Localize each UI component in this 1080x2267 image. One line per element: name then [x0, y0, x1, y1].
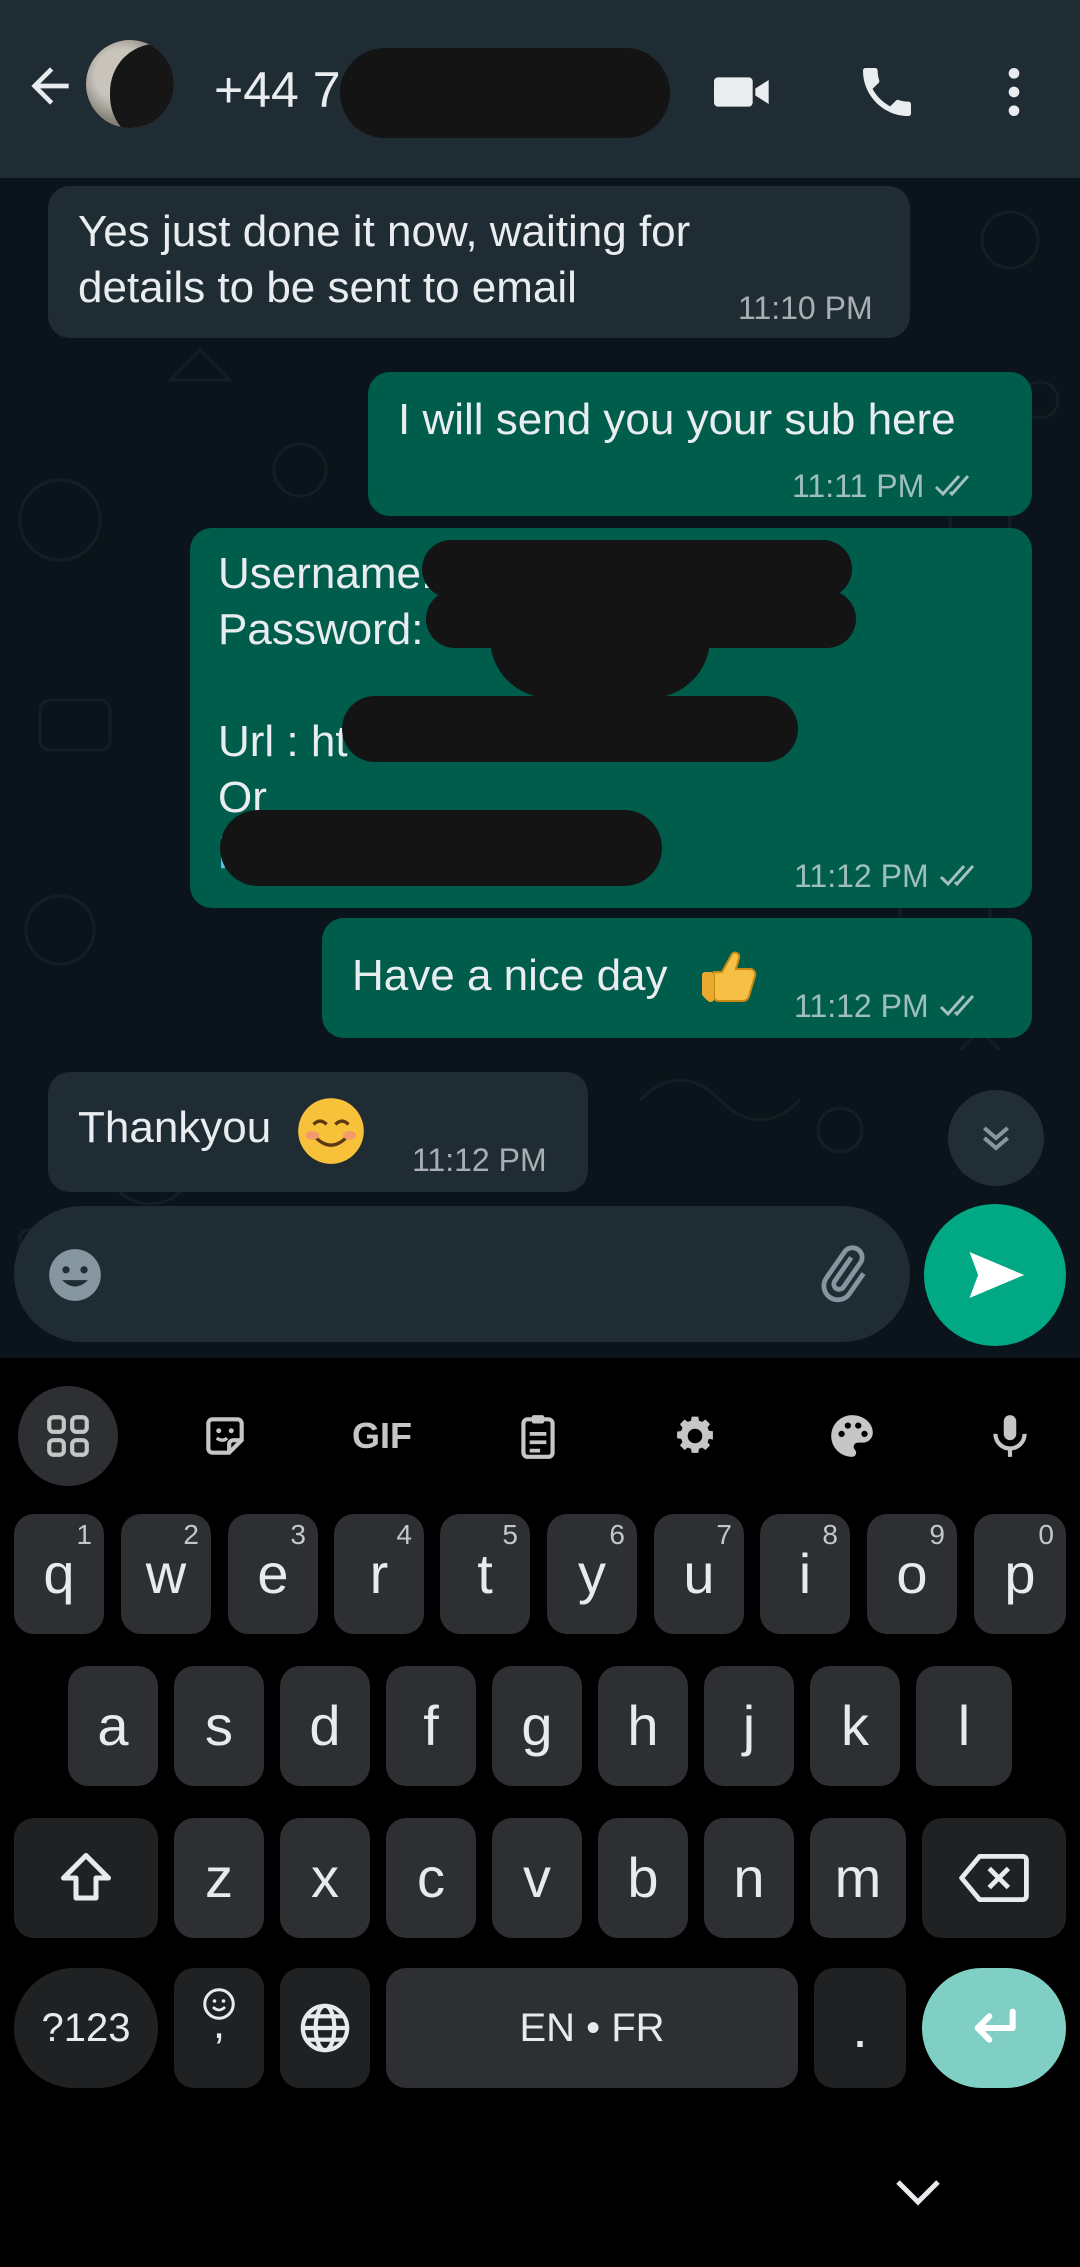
thumbs-up-emoji: [702, 951, 757, 1002]
contact-avatar[interactable]: [86, 40, 174, 128]
redaction-mark: [110, 44, 174, 128]
contact-title[interactable]: +44 7: [214, 62, 341, 118]
video-call-icon[interactable]: [710, 60, 774, 124]
attach-icon[interactable]: [810, 1242, 874, 1306]
message-bubble-incoming[interactable]: Yes just done it now, waiting for details…: [48, 186, 910, 338]
key-s[interactable]: s: [174, 1666, 264, 1786]
key-g[interactable]: g: [492, 1666, 582, 1786]
message-time: 11:11 PM: [792, 468, 925, 504]
message-text: Thankyou: [78, 1103, 272, 1152]
language-key[interactable]: [280, 1968, 370, 2088]
key-t[interactable]: t5: [440, 1514, 530, 1634]
redaction-mark: [220, 810, 662, 886]
redaction-mark: [340, 48, 670, 138]
smiling-face-emoji: [298, 1098, 364, 1164]
message-time: 11:12 PM: [412, 1142, 547, 1178]
symbols-key[interactable]: ?123: [14, 1968, 158, 2088]
message-input[interactable]: [14, 1206, 910, 1342]
message-bubble-outgoing[interactable]: Have a nice day 11:12 PM: [322, 918, 1032, 1038]
message-time: 11:10 PM: [738, 290, 873, 326]
message-time-row: 11:12 PM: [794, 858, 983, 894]
shift-key[interactable]: [14, 1818, 158, 1938]
backspace-key[interactable]: [922, 1818, 1066, 1938]
shift-icon: [61, 1853, 111, 1901]
hide-keyboard-chevron-icon[interactable]: [888, 2162, 948, 2222]
message-text: I will send you your sub here: [398, 395, 956, 444]
key-u[interactable]: u7: [654, 1514, 744, 1634]
period-key[interactable]: .: [814, 1968, 906, 2088]
globe-icon: [300, 2003, 350, 2053]
key-p[interactable]: p0: [974, 1514, 1066, 1634]
redaction-mark: [342, 696, 798, 762]
message-text: Have a nice day: [352, 951, 668, 1000]
key-m[interactable]: m: [810, 1818, 906, 1938]
message-time: 11:12 PM: [794, 858, 929, 894]
spacebar-key[interactable]: EN • FR: [386, 1968, 798, 2088]
key-j[interactable]: j: [704, 1666, 794, 1786]
send-icon: [969, 1251, 1025, 1299]
read-receipt-icon: [935, 475, 970, 497]
key-d[interactable]: d: [280, 1666, 370, 1786]
enter-icon: [974, 2008, 1016, 2043]
message-bubble-outgoing[interactable]: I will send you your sub here 11:11 PM: [368, 372, 1032, 516]
send-button[interactable]: [924, 1204, 1066, 1346]
read-receipt-icon: [939, 995, 974, 1017]
key-z[interactable]: z: [174, 1818, 264, 1938]
key-h[interactable]: h: [598, 1666, 688, 1786]
settings-icon[interactable]: [645, 1386, 745, 1486]
scroll-to-bottom-button[interactable]: [948, 1090, 1044, 1186]
chat-screen: +44 7 Yes just done it now, waiting for d…: [0, 0, 1080, 1358]
key-n[interactable]: n: [704, 1818, 794, 1938]
key-x[interactable]: x: [280, 1818, 370, 1938]
sticker-icon[interactable]: [175, 1386, 275, 1486]
double-chevron-down-icon: [983, 1126, 1009, 1151]
microphone-icon[interactable]: [960, 1386, 1060, 1486]
key-o[interactable]: o9: [867, 1514, 957, 1634]
key-v[interactable]: v: [492, 1818, 582, 1938]
comma-emoji-key[interactable]: ,: [174, 1968, 264, 2088]
message-time: 11:12 PM: [794, 988, 929, 1024]
redaction-mark: [490, 568, 710, 698]
key-k[interactable]: k: [810, 1666, 900, 1786]
message-time-row: 11:12 PM: [794, 988, 983, 1024]
key-f[interactable]: f: [386, 1666, 476, 1786]
key-i[interactable]: i8: [760, 1514, 850, 1634]
key-q[interactable]: q1: [14, 1514, 104, 1634]
chat-header: +44 7: [0, 0, 1080, 178]
key-l[interactable]: l: [916, 1666, 1012, 1786]
key-b[interactable]: b: [598, 1818, 688, 1938]
voice-call-icon[interactable]: [855, 60, 919, 124]
key-e[interactable]: e3: [228, 1514, 318, 1634]
clipboard-icon[interactable]: [488, 1386, 588, 1486]
emoji-icon[interactable]: [44, 1244, 106, 1306]
on-screen-keyboard: GIF q1 w2 e3 r4 t5 y6 u7 i8 o9 p0 a s d …: [0, 1358, 1080, 2267]
enter-key[interactable]: [922, 1968, 1066, 2088]
message-text: Yes just done it now, waiting for details…: [78, 207, 691, 312]
apps-grid-icon[interactable]: [18, 1386, 118, 1486]
more-vertical-icon[interactable]: [982, 60, 1046, 124]
gif-button[interactable]: GIF: [332, 1386, 432, 1486]
palette-icon[interactable]: [802, 1386, 902, 1486]
key-r[interactable]: r4: [334, 1514, 424, 1634]
back-arrow-icon[interactable]: [22, 58, 78, 114]
message-time-row: 11:11 PM: [792, 468, 978, 504]
key-a[interactable]: a: [68, 1666, 158, 1786]
message-bubble-incoming[interactable]: Thankyou 11:12 PM: [48, 1072, 588, 1192]
backspace-icon: [959, 1854, 1029, 1903]
key-c[interactable]: c: [386, 1818, 476, 1938]
key-w[interactable]: w2: [121, 1514, 211, 1634]
message-bubble-outgoing[interactable]: Username: 90Password: 5Url : htOrhttp 11…: [190, 528, 1032, 908]
key-y[interactable]: y6: [547, 1514, 637, 1634]
read-receipt-icon: [939, 865, 974, 887]
